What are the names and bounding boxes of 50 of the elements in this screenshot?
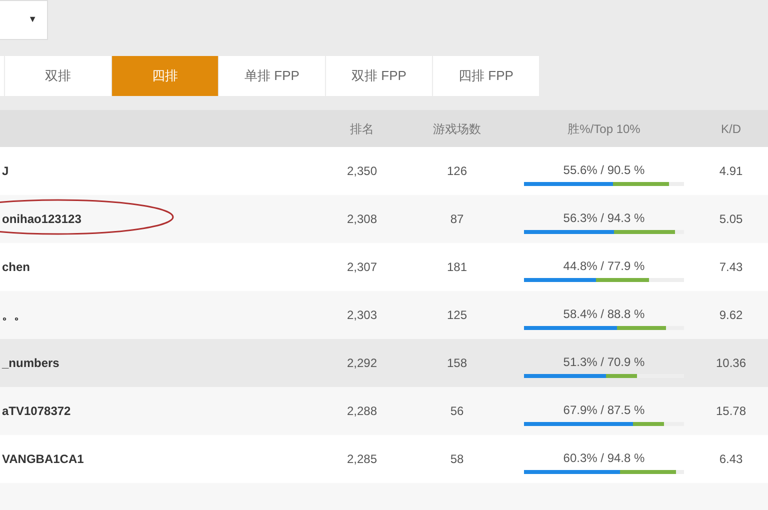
win-top-text: 51.3% / 70.9 % (563, 354, 645, 370)
player-name: VANGBA1CA1 (1, 451, 84, 468)
tab[interactable]: 单排 FPP (219, 56, 325, 96)
win-top-text: 55.6% / 90.5 % (563, 162, 645, 178)
player-name: 。。 (1, 307, 26, 324)
column-header: K/D (720, 120, 741, 138)
rank-cell-text: 2,307 (346, 259, 378, 276)
kd-cell-text: 7.43 (719, 259, 743, 276)
games-cell-text: 125 (446, 307, 468, 324)
table-row[interactable]: aTV1078372 2,288 56 67.9% / 87.5 % 15.78 (0, 387, 768, 435)
column-header: 胜%/Top 10% (568, 120, 640, 138)
player-name: aTV1078372 (1, 403, 71, 420)
player-name: chen (1, 259, 30, 276)
kd-cell-text: 4.91 (719, 163, 743, 180)
table-row[interactable]: 。。 2,303 125 58.4% / 88.8 % 9.62 (0, 291, 768, 339)
rank-cell-text: 2,303 (346, 307, 378, 324)
games-cell-text: 58 (450, 451, 464, 468)
games-cell-text: 158 (446, 355, 468, 372)
win-top-text: 67.9% / 87.5 % (563, 402, 645, 418)
player-name: onihao123123 (1, 211, 82, 228)
win-top-text: 60.3% / 94.8 % (563, 450, 645, 466)
kd-cell-text: 15.78 (716, 403, 746, 420)
tab[interactable]: 双排 (5, 56, 111, 96)
rank-cell-text: 2,350 (346, 163, 378, 180)
table-row[interactable]: VANGBA1CA1 2,285 58 60.3% / 94.8 % 6.43 (0, 435, 768, 483)
tab[interactable]: 双排 FPP (326, 56, 432, 96)
rank-cell-text: 2,285 (346, 451, 378, 468)
rank-cell-text: 2,308 (346, 211, 378, 228)
player-name: _numbers (0, 355, 60, 372)
tab[interactable]: 四排 FPP (433, 56, 539, 96)
column-header: 游戏场数 (433, 120, 481, 138)
win-top-text: 44.8% / 77.9 % (563, 258, 645, 274)
games-cell-text: 56 (450, 403, 464, 420)
games-cell-text: 87 (450, 211, 464, 228)
rank-cell-text: 2,292 (346, 355, 378, 372)
win-top-text: 56.3% / 94.3 % (563, 210, 645, 226)
kd-cell-text: 10.36 (716, 355, 746, 372)
games-cell-text: 126 (446, 163, 468, 180)
kd-cell-text: 6.43 (719, 451, 743, 468)
dropdown[interactable]: ▼ (0, 0, 48, 40)
kd-cell-text: 5.05 (719, 211, 743, 228)
games-cell-text: 181 (446, 259, 468, 276)
table-row[interactable]: onihao123123 2,308 87 56.3% / 94.3 % 5.05 (0, 195, 768, 243)
table-row[interactable]: chen 2,307 181 44.8% / 77.9 % 7.43 (0, 243, 768, 291)
kd-cell-text: 9.62 (719, 307, 743, 324)
win-top-text: 58.4% / 88.8 % (563, 306, 645, 322)
player-name: J (1, 163, 9, 180)
rank-cell-text: 2,288 (346, 403, 378, 420)
table-row[interactable]: J 2,350 126 55.6% / 90.5 % 4.91 (0, 147, 768, 195)
column-header: 排名 (350, 120, 374, 138)
